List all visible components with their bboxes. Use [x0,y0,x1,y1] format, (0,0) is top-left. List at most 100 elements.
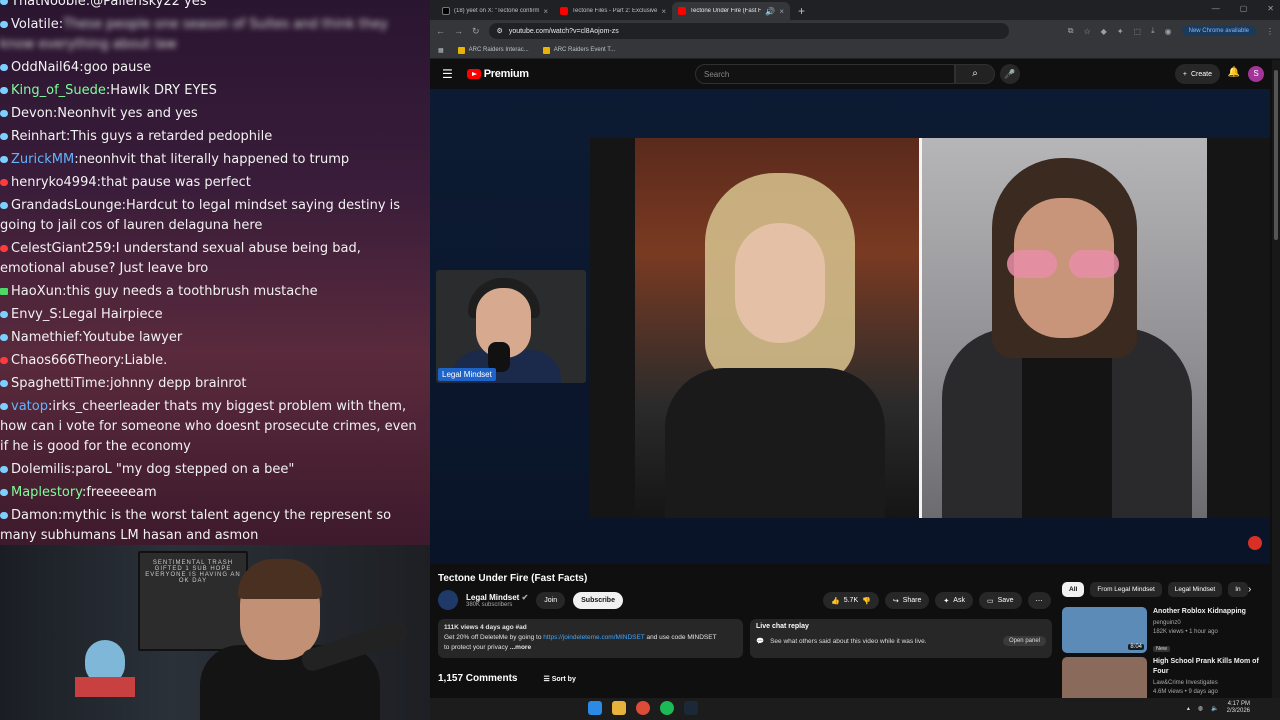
close-window-icon[interactable]: ✕ [1267,4,1274,13]
chat-username[interactable]: ZurickMM [11,152,74,167]
tray-icon[interactable]: ▴ [1187,705,1190,712]
chat-username[interactable]: Reinhart [11,129,66,144]
youtube-logo[interactable]: Premium [466,68,529,80]
scrollbar[interactable] [1272,60,1280,698]
chat-username[interactable]: Chaos666Theory [11,353,120,368]
chat-username[interactable]: SpaghettiTime [11,376,106,391]
subscribe-button[interactable]: Subscribe [573,591,623,609]
body [665,368,885,518]
steam-icon[interactable] [684,701,698,715]
forward-icon[interactable]: → [454,26,463,36]
chat-username[interactable]: CelestGiant259 [11,241,111,256]
voice-search-icon[interactable]: 🎤 [1000,64,1020,84]
join-button[interactable]: Join [536,591,566,609]
recommendation-channel[interactable]: Law&Crime Investigates [1153,679,1262,688]
channel-avatar[interactable] [438,590,458,610]
scrollbar-thumb[interactable] [1274,70,1278,240]
close-icon[interactable]: × [779,7,784,16]
recommendation-channel[interactable]: penguinz0 [1153,619,1246,628]
bookmark-item[interactable]: ARC Raiders Interac... [457,46,529,54]
chat-username[interactable]: ThatNoobie [11,0,86,9]
chat-username[interactable]: Dolemilis [11,462,71,477]
extension-icon[interactable]: ◆ [1101,27,1107,36]
install-icon[interactable]: ⧉ [1068,26,1074,36]
like-button[interactable]: 👍 5.7K 👎 [823,592,879,609]
url-bar[interactable]: ⚙ youtube.com/watch?v=cl8Aojom-zs [488,23,1009,39]
chat-username[interactable]: GrandadsLounge [11,198,122,213]
spotify-icon[interactable] [660,701,674,715]
close-icon[interactable]: × [661,7,666,16]
more-actions-button[interactable]: ⋯ [1027,592,1051,609]
maximize-icon[interactable]: ▢ [1240,4,1248,13]
chat-username[interactable]: OddNail64 [11,60,79,75]
recommendation-meta: High School Prank Kills Mom of Four Law&C… [1153,657,1262,703]
extension-icon[interactable]: ✦ [1117,27,1124,36]
new-tab-button[interactable]: + [790,4,813,20]
thumbs-down-icon[interactable]: 👎 [862,597,871,605]
tab-tectone-files[interactable]: Tectone Files - Part 2: Exclusive × [554,2,672,20]
bookmark-star-icon[interactable]: ☆ [1084,27,1091,36]
recommendation-title[interactable]: Another Roblox Kidnapping [1153,607,1246,617]
sort-by-button[interactable]: ☰ Sort by [543,675,575,683]
browser-window: (18) yeet on X: "Tectone confirm × Tecton… [430,0,1280,703]
chat-username[interactable]: vatop [11,399,48,414]
sponsor-link[interactable]: https://joindeleteme.com/MINDSET [543,634,644,641]
site-info-icon[interactable]: ⚙ [497,27,503,35]
chat-username[interactable]: HaoXun [11,284,62,299]
download-icon[interactable]: ⤓ [1151,26,1155,36]
chat-username[interactable]: Envy_S [11,307,58,322]
video-player[interactable]: Legal Mindset [430,89,1270,564]
clock[interactable]: 4:17 PM 2/3/2026 [1227,701,1250,715]
speaker-icon[interactable]: 🔊 [765,7,775,16]
chip-channel[interactable]: Legal Mindset [1167,582,1223,597]
search-button[interactable]: ⌕ [955,64,995,84]
tab-tectone-under-fire[interactable]: Tectone Under Fire (Fast Fa...🔊 × [672,2,790,20]
more-link[interactable]: ...more [510,644,531,651]
description-line: Get 20% off DeleteMe by going to https:/… [444,633,737,643]
extension-icon[interactable]: ⬚ [1134,27,1142,36]
share-button[interactable]: ↪ Share [884,592,930,609]
avatar[interactable]: S [1248,66,1264,82]
chat-username[interactable]: Devon [11,106,53,121]
search-input[interactable]: Search [695,64,955,84]
chat-username[interactable]: Namethief [11,330,78,345]
recommendation-item[interactable]: 8:04 Another Roblox Kidnapping penguinz0 18… [1062,607,1262,655]
bookmark-item[interactable]: ARC Raiders Event T... [542,46,615,54]
open-panel-button[interactable]: Open panel [1002,636,1046,646]
description-box[interactable]: 111K views 4 days ago #ad Get 20% off De… [438,619,743,658]
chat-username[interactable]: Damon [11,508,58,523]
chip-all[interactable]: All [1062,582,1085,597]
hamburger-menu-icon[interactable]: ☰ [442,67,453,81]
chip-from-channel[interactable]: From Legal Mindset [1090,582,1162,597]
save-button[interactable]: ▭ Save [978,592,1022,609]
video-thumbnail[interactable]: 8:04 [1062,607,1147,653]
video-thumbnail[interactable] [1062,657,1147,703]
menu-icon[interactable]: ⋮ [1266,27,1274,36]
recommendation-title[interactable]: High School Prank Kills Mom of Four [1153,657,1262,677]
reload-icon[interactable]: ↻ [472,26,480,37]
network-icon[interactable]: ◍ [1198,705,1203,712]
recommendation-item[interactable]: High School Prank Kills Mom of Four Law&C… [1062,657,1262,703]
new-chrome-button[interactable]: New Chrome available [1181,26,1256,36]
notifications-bell-icon[interactable]: 🔔 [1228,67,1240,78]
profile-icon[interactable]: ◉ [1165,27,1172,36]
volume-icon[interactable]: 🔈 [1211,705,1218,712]
chat-username[interactable]: henryko4994 [11,175,97,190]
close-icon[interactable]: × [543,7,548,16]
chip-more[interactable]: In [1228,582,1248,597]
back-icon[interactable]: ← [436,26,445,36]
channel-watermark-icon[interactable] [1248,536,1262,550]
ask-button[interactable]: ✦ Ask [935,592,973,609]
minimize-icon[interactable]: — [1212,4,1220,13]
chevron-right-icon[interactable]: › [1248,584,1251,595]
channel-name[interactable]: Legal Mindset ✔ [466,593,528,602]
chat-username[interactable]: Volatile [11,17,59,32]
tab-x[interactable]: (18) yeet on X: "Tectone confirm × [436,2,554,20]
create-button[interactable]: + Create [1174,64,1220,84]
chrome-icon[interactable] [636,701,650,715]
apps-icon[interactable]: ▦ [438,47,444,54]
chat-username[interactable]: King_of_Suede [11,83,106,98]
windows-start-icon[interactable] [588,701,602,715]
file-explorer-icon[interactable] [612,701,626,715]
chat-username[interactable]: Maplestory [11,485,82,500]
